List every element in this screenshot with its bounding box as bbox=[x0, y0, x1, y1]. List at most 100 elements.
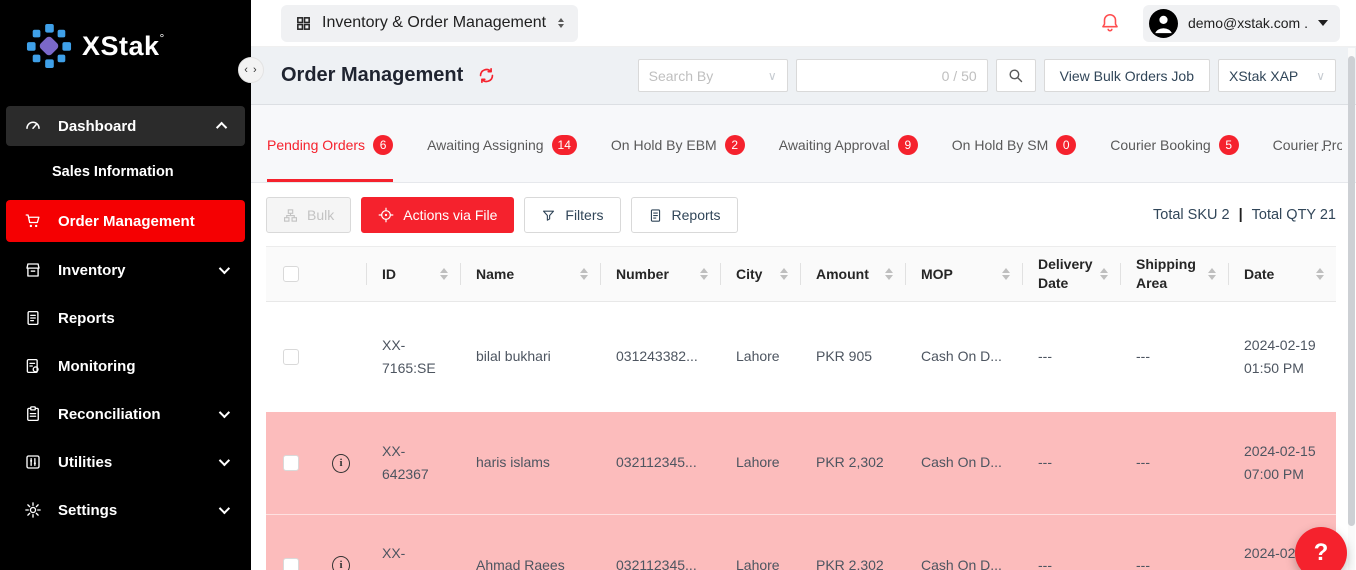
select-all-checkbox[interactable] bbox=[283, 266, 299, 282]
tab-count-badge: 14 bbox=[552, 135, 577, 155]
cell-id: XX-7165:SE bbox=[366, 334, 460, 380]
row-checkbox[interactable] bbox=[283, 349, 299, 365]
tab-count-badge: 2 bbox=[725, 135, 745, 155]
cell-id: XX-642367 bbox=[366, 440, 460, 486]
order-status-tabs: Pending Orders6 Awaiting Assigning14 On … bbox=[251, 105, 1356, 183]
view-bulk-orders-job-button[interactable]: View Bulk Orders Job bbox=[1044, 59, 1210, 92]
tab-count-badge: 6 bbox=[373, 135, 393, 155]
sidebar-collapse-button[interactable]: ‹ › bbox=[238, 57, 264, 83]
column-header-name[interactable]: Name bbox=[460, 247, 600, 301]
help-button[interactable]: ? bbox=[1295, 527, 1347, 570]
sort-icon[interactable] bbox=[1208, 268, 1216, 280]
column-header-shipping-area[interactable]: Shipping Area bbox=[1120, 247, 1228, 301]
info-icon[interactable] bbox=[332, 454, 350, 473]
column-header-mop[interactable]: MOP bbox=[905, 247, 1022, 301]
table-row[interactable]: XX-7165:SE bilal bukhari 031243382... La… bbox=[266, 302, 1336, 412]
cell-delivery-date: --- bbox=[1022, 554, 1120, 570]
sidebar-item-utilities[interactable]: Utilities bbox=[6, 442, 245, 482]
tab-pending-orders[interactable]: Pending Orders6 bbox=[267, 126, 393, 182]
cell-number: 032112345... bbox=[600, 554, 720, 570]
app-switcher[interactable]: Inventory & Order Management bbox=[281, 5, 578, 42]
tab-label: Courier Booking bbox=[1110, 137, 1210, 153]
scrollbar-thumb[interactable] bbox=[1348, 56, 1355, 526]
xstak-logo-icon bbox=[26, 23, 72, 69]
cell-city: Lahore bbox=[720, 451, 800, 474]
reports-button-label: Reports bbox=[672, 207, 721, 223]
column-header-delivery-date[interactable]: Delivery Date bbox=[1022, 247, 1120, 301]
bulk-button[interactable]: Bulk bbox=[266, 197, 351, 233]
sidebar-item-sales-information[interactable]: Sales Information bbox=[0, 158, 251, 186]
sort-icon[interactable] bbox=[780, 268, 788, 280]
app-screen: XStak° Dashboard Sales Information Order… bbox=[0, 0, 1356, 570]
bell-icon[interactable] bbox=[1099, 12, 1121, 34]
column-header-number[interactable]: Number bbox=[600, 247, 720, 301]
tab-awaiting-approval[interactable]: Awaiting Approval9 bbox=[779, 126, 918, 182]
tab-on-hold-by-ebm[interactable]: On Hold By EBM2 bbox=[611, 126, 745, 182]
app-switcher-label: Inventory & Order Management bbox=[322, 14, 546, 32]
column-header-id[interactable]: ID bbox=[366, 247, 460, 301]
table-toolbar: Bulk Actions via File Filters Reports To… bbox=[266, 197, 1336, 233]
cell-shipping-area: --- bbox=[1120, 554, 1228, 570]
row-checkbox[interactable] bbox=[283, 455, 299, 471]
cell-id: XX-889708 bbox=[366, 542, 460, 570]
sidebar-item-dashboard[interactable]: Dashboard bbox=[6, 106, 245, 146]
table-row[interactable]: XX-642367 haris islams 032112345... Laho… bbox=[266, 412, 1336, 514]
main-content: Inventory & Order Management demo@xstak.… bbox=[251, 0, 1356, 570]
sidebar-item-monitoring[interactable]: Monitoring bbox=[6, 346, 245, 386]
sort-icon[interactable] bbox=[700, 268, 708, 280]
tab-awaiting-assigning[interactable]: Awaiting Assigning14 bbox=[427, 126, 577, 182]
cell-mop: Cash On D... bbox=[905, 451, 1022, 474]
reports-button[interactable]: Reports bbox=[631, 197, 738, 233]
sort-icon[interactable] bbox=[440, 268, 448, 280]
cell-number: 031243382... bbox=[600, 345, 720, 368]
actions-via-file-button[interactable]: Actions via File bbox=[361, 197, 514, 233]
sidebar-item-inventory[interactable]: Inventory bbox=[6, 250, 245, 290]
cell-date: 2024-02-15 07:00 PM bbox=[1228, 440, 1336, 486]
info-icon[interactable] bbox=[332, 556, 350, 570]
sort-icon[interactable] bbox=[1316, 268, 1324, 280]
sidebar-item-reconciliation[interactable]: Reconciliation bbox=[6, 394, 245, 434]
vertical-scrollbar[interactable] bbox=[1348, 48, 1355, 570]
table-row[interactable]: XX-889708 Ahmad Raees 032112345... Lahor… bbox=[266, 514, 1336, 570]
filters-button[interactable]: Filters bbox=[524, 197, 620, 233]
gauge-icon bbox=[24, 117, 42, 135]
sitemap-icon bbox=[283, 208, 298, 223]
search-button[interactable] bbox=[996, 59, 1036, 92]
sidebar-subitem-label: Sales Information bbox=[52, 164, 174, 180]
xap-select[interactable]: XStak XAP ∨ bbox=[1218, 59, 1336, 92]
sidebar-item-order-management[interactable]: Order Management bbox=[6, 200, 245, 242]
cell-delivery-date: --- bbox=[1022, 451, 1120, 474]
chevron-down-icon bbox=[219, 503, 230, 514]
sidebar-item-reports[interactable]: Reports bbox=[6, 298, 245, 338]
cell-mop: Cash On D... bbox=[905, 554, 1022, 570]
tab-on-hold-by-sm[interactable]: On Hold By SM0 bbox=[952, 126, 1076, 182]
sidebar-item-label: Dashboard bbox=[58, 118, 136, 135]
magnifier-icon bbox=[1007, 67, 1024, 84]
search-by-select[interactable]: Search By ∨ bbox=[638, 59, 788, 92]
chevron-down-icon bbox=[219, 263, 230, 274]
sort-icon[interactable] bbox=[1002, 268, 1010, 280]
sidebar-item-settings[interactable]: Settings bbox=[6, 490, 245, 530]
page-header: ‹ › Order Management Search By ∨ 0 / 50 … bbox=[251, 47, 1356, 105]
search-input[interactable]: 0 / 50 bbox=[796, 59, 988, 92]
caret-down-icon bbox=[1318, 20, 1328, 26]
tab-courier-booking[interactable]: Courier Booking5 bbox=[1110, 126, 1238, 182]
sort-icon[interactable] bbox=[885, 268, 893, 280]
logo[interactable]: XStak° bbox=[0, 0, 251, 76]
refresh-icon[interactable] bbox=[477, 66, 496, 85]
row-checkbox[interactable] bbox=[283, 558, 299, 570]
cell-amount: PKR 2,302 bbox=[800, 554, 905, 570]
tab-count-badge: 9 bbox=[898, 135, 918, 155]
search-counter: 0 / 50 bbox=[942, 68, 977, 84]
column-header-amount[interactable]: Amount bbox=[800, 247, 905, 301]
sort-icon[interactable] bbox=[1100, 268, 1108, 280]
total-sku: Total SKU 2 bbox=[1153, 207, 1230, 223]
column-header-city[interactable]: City bbox=[720, 247, 800, 301]
cell-mop: Cash On D... bbox=[905, 345, 1022, 368]
cell-number: 032112345... bbox=[600, 451, 720, 474]
user-menu[interactable]: demo@xstak.com . bbox=[1143, 5, 1340, 42]
aim-icon bbox=[378, 207, 394, 223]
sort-icon[interactable] bbox=[580, 268, 588, 280]
column-header-date[interactable]: Date bbox=[1228, 247, 1336, 301]
more-tabs-button[interactable]: ··· bbox=[1313, 141, 1334, 158]
